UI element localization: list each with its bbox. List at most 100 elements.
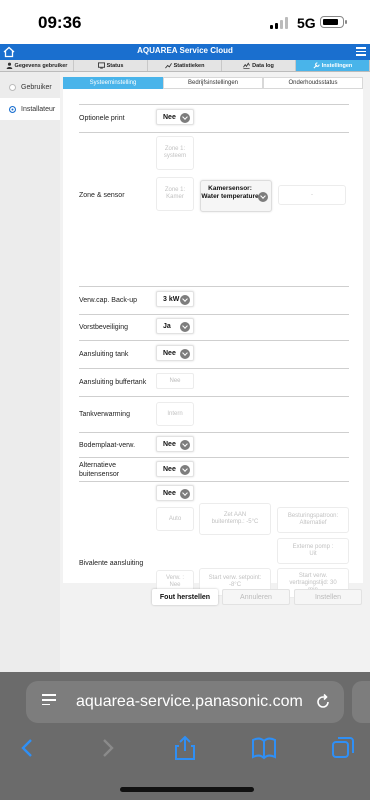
setting-row-buffertank: Aansluiting buffertank Nee	[79, 368, 349, 396]
radio-selected-icon	[9, 105, 16, 113]
subtab-onderhoudsstatus[interactable]: Onderhoudsstatus	[263, 77, 363, 89]
kamersensor-select[interactable]: Kamersensor: Water temperature	[200, 180, 272, 212]
tab-instellingen[interactable]: Instellingen	[296, 60, 370, 71]
setting-label: Alternatieve buitensensor	[79, 462, 120, 478]
setting-label: Verw.cap. Back-up	[79, 297, 137, 304]
main-tabs: Gegevens gebruiker Status Statistieken D…	[0, 60, 370, 72]
signal-icon	[270, 17, 290, 29]
chevron-down-icon	[180, 295, 190, 305]
status-icon	[97, 62, 105, 69]
tab-label: Data log	[252, 62, 274, 69]
chevron-down-icon	[180, 113, 190, 123]
user-icon	[6, 62, 12, 69]
tankverwarming-select: Intern	[156, 402, 194, 426]
tabs-icon[interactable]	[329, 734, 357, 762]
reset-error-button[interactable]: Fout herstellen	[152, 589, 218, 605]
tank-select[interactable]: Nee	[156, 345, 194, 361]
setting-row-tank: Aansluiting tank Nee	[79, 340, 349, 368]
setting-label: Bivalente aansluiting	[79, 560, 144, 567]
select-value: Nee	[163, 349, 176, 357]
bodemplaat-select[interactable]: Nee	[156, 436, 194, 452]
bivalent-select[interactable]: Nee	[156, 485, 194, 501]
share-icon[interactable]	[171, 734, 199, 762]
buffertank-select: Nee	[156, 373, 194, 389]
hamburger-menu-icon[interactable]	[356, 47, 366, 57]
bookmarks-icon[interactable]	[250, 734, 278, 762]
setting-row-vorst: Vorstbeveiliging Ja	[79, 314, 349, 340]
next-tab-peek	[352, 681, 370, 723]
tab-gegevens-gebruiker[interactable]: Gegevens gebruiker	[0, 60, 74, 71]
select-value: Ja	[163, 322, 171, 330]
bivalent-aan-temp-select: Zet AAN buitentemp.: -5°C	[199, 503, 271, 535]
bivalent-pump-select: Externe pomp : Uit	[277, 538, 349, 564]
sidebar-item-label: Gebruiker	[21, 83, 52, 91]
setting-row-backup: Verw.cap. Back-up 3 kW	[79, 286, 349, 314]
select-value: Nee	[163, 465, 176, 473]
url-text: aquarea-service.panasonic.com	[76, 693, 303, 710]
bivalent-auto-select: Auto	[156, 507, 194, 531]
backup-select[interactable]: 3 kW	[156, 291, 194, 307]
page-menu-icon[interactable]	[42, 694, 56, 710]
setting-label: Vorstbeveiliging	[79, 324, 129, 331]
subtab-systeeminstelling[interactable]: Systeeminstelling	[63, 77, 163, 89]
setting-label: Aansluiting buffertank	[79, 379, 147, 386]
chevron-down-icon	[180, 465, 190, 475]
select-value: Nee	[163, 113, 176, 121]
address-bar[interactable]: aquarea-service.panasonic.com	[26, 681, 344, 723]
select-value: Nee	[163, 440, 176, 448]
setting-row-bivalent: Bivalente aansluiting Nee Auto Zet AAN b…	[79, 481, 349, 598]
setting-row-zone-sensor: Zone & sensor Zone 1: systeem Zone 1: Ka…	[79, 132, 349, 286]
reload-icon[interactable]	[314, 693, 332, 711]
chevron-down-icon	[180, 349, 190, 359]
datalog-icon	[243, 62, 251, 69]
home-indicator	[120, 787, 254, 792]
radio-icon	[9, 83, 16, 91]
battery-icon	[320, 16, 347, 28]
bivalent-patroon-select: Besturingspatroon: Alternatief	[277, 507, 349, 533]
sidebar-item-label: Installateur	[21, 105, 56, 113]
tab-statistieken[interactable]: Statistieken	[148, 60, 222, 71]
vorst-select[interactable]: Ja	[156, 318, 194, 334]
optionele-print-select[interactable]: Nee	[156, 109, 194, 125]
subtab-bedrijfsinstellingen[interactable]: Bedrijfsinstellingen	[163, 77, 263, 89]
tab-data-log[interactable]: Data log	[222, 60, 296, 71]
tab-label: Status	[106, 62, 124, 69]
setting-label: Bodemplaat-verw.	[79, 442, 136, 449]
setting-label: Aansluiting tank	[79, 351, 129, 358]
ios-status-bar: 09:36 5G	[0, 0, 370, 44]
alt-sensor-select[interactable]: Nee	[156, 461, 194, 477]
setting-label: Zone & sensor	[79, 192, 125, 199]
back-icon[interactable]	[14, 734, 42, 762]
setting-label: Tankverwarming	[79, 411, 130, 418]
tab-label: Statistieken	[173, 62, 205, 69]
sidebar: Gebruiker Installateur	[0, 72, 60, 672]
chevron-down-icon	[180, 322, 190, 332]
app-header: AQUAREA Service Cloud	[0, 44, 370, 60]
sidebar-item-installateur[interactable]: Installateur	[0, 98, 60, 120]
sidebar-item-gebruiker[interactable]: Gebruiker	[0, 76, 60, 98]
tab-status[interactable]: Status	[74, 60, 148, 71]
app-title: AQUAREA Service Cloud	[137, 46, 233, 55]
forward-icon[interactable]	[93, 734, 121, 762]
setting-row-optionele-print: Optionele print Nee	[79, 104, 349, 132]
chevron-down-icon	[180, 440, 190, 450]
setting-row-alt-sensor: Alternatieve buitensensor Nee	[79, 457, 349, 481]
select-value: Nee	[163, 489, 176, 497]
cancel-button[interactable]: Annuleren	[222, 589, 290, 605]
zone1-system-select: Zone 1: systeem	[156, 136, 194, 170]
setting-row-tankverwarming: Tankverwarming Intern	[79, 396, 349, 432]
sensor-extra-select: -	[278, 185, 346, 205]
chevron-down-icon	[180, 489, 190, 499]
tab-label: Instellingen	[321, 62, 353, 69]
save-button[interactable]: Instellen	[294, 589, 362, 605]
chart-icon	[164, 63, 172, 69]
setting-label: Optionele print	[79, 115, 125, 122]
select-value: 3 kW	[163, 295, 180, 303]
clock: 09:36	[38, 13, 82, 32]
tab-label: Gegevens gebruiker	[14, 62, 68, 69]
wrench-icon	[313, 62, 320, 69]
select-value: Kamersensor: Water temperature	[201, 185, 259, 200]
setting-row-bodemplaat: Bodemplaat-verw. Nee	[79, 432, 349, 457]
zone1-kamer-select: Zone 1: Kamer	[156, 177, 194, 211]
chevron-down-icon	[258, 192, 268, 202]
